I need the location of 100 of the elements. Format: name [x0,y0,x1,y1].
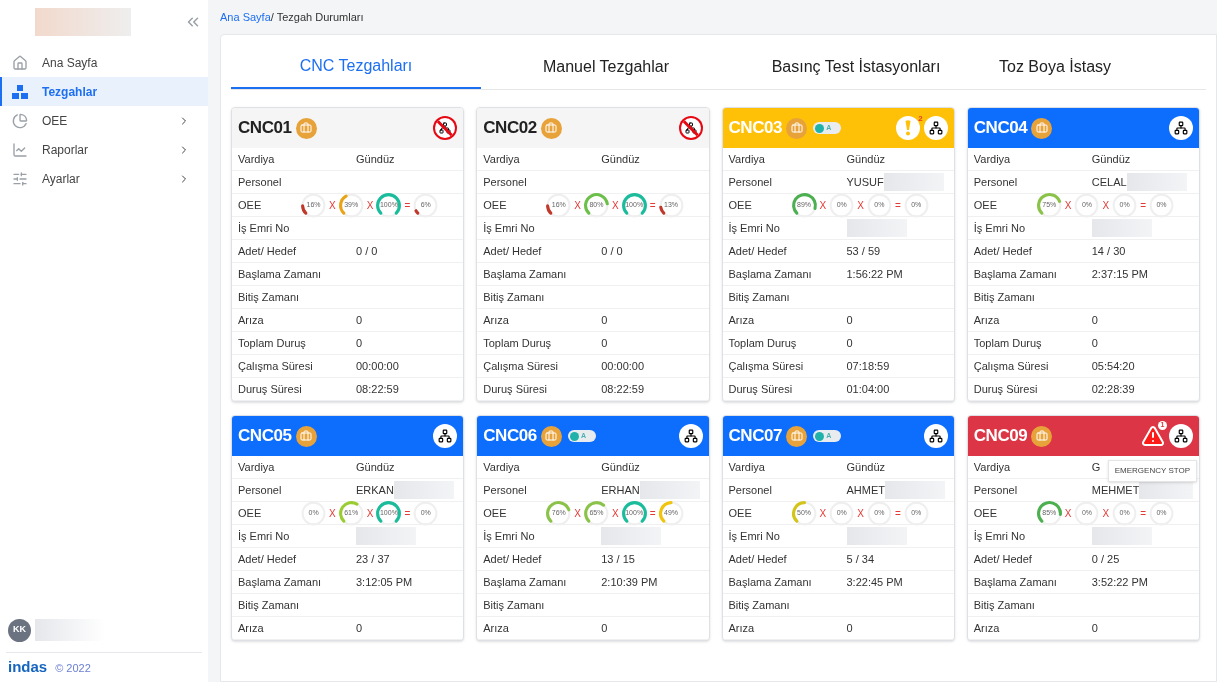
row-label: Başlama Zamanı [728,574,813,590]
row-value: 0 [846,312,853,328]
row-label: Adet/ Hedef [238,243,298,259]
row-label: Adet/ Hedef [238,551,298,567]
row-label: Vardiya [238,151,276,167]
sidebar-item[interactable]: Ayarlar [0,164,208,193]
operator-sign: X [1064,506,1072,521]
row-value: G [1091,459,1101,475]
row-label: İş Emri No [973,528,1027,544]
row-value: 08:22:59 [601,381,645,397]
row-value: ERHAN [601,482,640,498]
row-label: Bitiş Zamanı [238,597,301,613]
row-value: 0 / 0 [601,243,623,259]
machine-name: CNC09 [973,425,1028,448]
row-label: Personel [483,482,528,498]
row-label: Bitiş Zamanı [483,597,546,613]
row-label: OEE [973,197,998,213]
row-value: 0 / 0 [356,243,378,259]
row-label: Personel [973,174,1019,190]
row-label: Bitiş Zamanı [973,289,1036,305]
row-label: Bitiş Zamanı [973,597,1036,613]
row-label: OEE [973,505,998,521]
row-value: 0 [1091,335,1098,351]
operator-sign: X [329,198,336,213]
row-label: Çalışma Süresi [238,358,314,374]
row-label: Vardiya [728,151,766,167]
machine-name: CNC06 [483,425,537,448]
row-value: 2:10:39 PM [601,574,658,590]
row-value: 01:04:00 [846,381,890,397]
operator-sign: X [819,506,827,521]
machine-name: CNC04 [973,117,1028,140]
tab[interactable]: CNC Tezgahları [231,35,481,89]
row-value: 0 [356,335,363,351]
row-label: OEE [483,197,508,213]
row-label: Adet/ Hedef [973,243,1033,259]
row-label: Duruş Süresi [483,381,548,397]
row-value: 3:12:05 PM [356,574,413,590]
row-value: 0 [1091,620,1098,636]
row-label: Başlama Zamanı [973,266,1058,282]
operator-sign: X [1064,198,1072,213]
sidebar-item[interactable]: OEE [0,106,208,135]
row-value: 08:22:59 [356,381,399,397]
row-label: Çalışma Süresi [973,358,1050,374]
row-value: 0 [601,620,608,636]
row-label: İş Emri No [238,220,291,236]
row-value: MEHMET [1091,482,1140,498]
operator-sign: = [404,506,411,521]
operator-sign: = [894,506,901,521]
row-label: İş Emri No [728,528,781,544]
tab[interactable]: Manuel Tezgahlar [481,35,731,89]
row-label: Vardiya [238,459,276,475]
sidebar-item[interactable]: Ana Sayfa [0,48,208,77]
row-label: İş Emri No [483,220,536,236]
operator-sign: = [894,198,901,213]
row-label: İş Emri No [728,220,781,236]
sliders-icon [12,170,28,187]
tab[interactable]: Toz Boya İstasy [981,35,1216,89]
row-value: 0 / 25 [1091,551,1120,567]
row-value: 0 [356,620,363,636]
row-label: Başlama Zamanı [483,266,568,282]
breadcrumb-link[interactable]: Ana Sayfa [220,8,271,26]
machine-name: CNC03 [728,117,783,140]
row-value: Gündüz [1091,151,1131,167]
row-label: Arıza [238,312,265,328]
row-value: 0 [356,312,363,328]
row-label: Arıza [973,312,1001,328]
row-label: Arıza [728,312,756,328]
row-label: İş Emri No [238,528,291,544]
row-value: Gündüz [356,151,395,167]
row-label: Duruş Süresi [238,381,303,397]
row-value: Gündüz [601,151,640,167]
row-label: OEE [238,197,263,213]
row-value: 14 / 30 [1091,243,1126,259]
row-label: Arıza [483,620,510,636]
row-label: Vardiya [728,459,766,475]
row-value: 0 [846,620,853,636]
tab[interactable]: Basınç Test İstasyonları [731,35,981,89]
sidebar-item[interactable]: Tezgahlar [0,77,208,106]
row-label: Personel [238,174,283,190]
user-avatar[interactable]: KK [8,618,31,642]
row-label: Toplam Duruş [238,335,307,351]
boxes-icon [12,84,28,99]
row-label: Başlama Zamanı [728,266,813,282]
operator-sign: X [612,506,619,521]
row-value: 05:54:20 [1091,358,1135,374]
brand-logo: indas [8,658,48,674]
breadcrumb-current: / Tezgah Durumları [270,9,364,25]
row-label: İş Emri No [973,220,1027,236]
row-label: Bitiş Zamanı [238,289,301,305]
row-label: Başlama Zamanı [973,574,1058,590]
row-label: İş Emri No [483,528,536,544]
row-value: 0 [1091,312,1098,328]
row-value: 07:18:59 [846,358,890,374]
row-label: Adet/ Hedef [483,243,543,259]
sidebar-item[interactable]: Raporlar [0,135,208,164]
operator-sign: X [612,198,619,213]
operator-sign: = [1140,198,1146,213]
row-label: Vardiya [483,459,521,475]
machine-name: CNC01 [238,117,292,140]
row-label: Adet/ Hedef [728,551,788,567]
